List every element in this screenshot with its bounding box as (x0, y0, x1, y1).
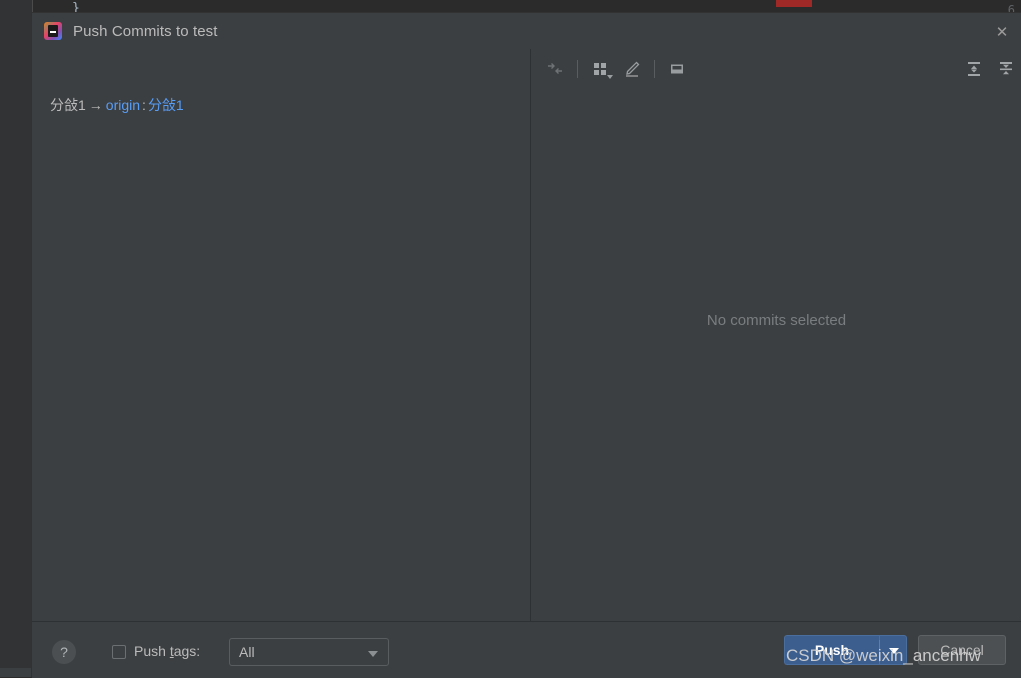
commits-tree-pane[interactable]: 分敆1→origin:分敆1 (32, 49, 531, 621)
push-tags-label-pre: Push (134, 643, 170, 659)
remote-branch-label[interactable]: 分敆1 (148, 97, 184, 113)
push-tags-label: Push tags: (134, 643, 200, 659)
local-branch-label: 分敆1 (50, 97, 86, 113)
help-icon[interactable]: ? (52, 640, 76, 664)
dialog-body: 分敆1→origin:分敆1 (32, 49, 1021, 621)
chevron-down-icon (889, 648, 899, 654)
chevron-down-icon (368, 651, 378, 657)
editor-gutter (0, 0, 33, 677)
push-dropdown-button[interactable] (879, 635, 907, 665)
remote-name-label[interactable]: origin (106, 97, 140, 113)
cancel-button[interactable]: Cancel (918, 635, 1006, 665)
push-tags-select[interactable]: All (229, 638, 389, 666)
branch-separator: : (142, 97, 146, 113)
push-tags-checkbox[interactable] (112, 645, 126, 659)
diff-preview-pane: No commits selected (531, 49, 1021, 621)
dialog-footer: ? Push tags: All Push Cancel (32, 621, 1021, 678)
push-button[interactable]: Push (784, 635, 879, 665)
push-tags-label-post: ags: (174, 643, 200, 659)
empty-state-message: No commits selected (531, 49, 1021, 621)
dialog-title: Push Commits to test (73, 23, 218, 40)
intellij-idea-logo-icon (44, 22, 62, 40)
push-tags-selected-value: All (239, 644, 255, 660)
push-commits-dialog: Push Commits to test ✕ 分敆1→origin:分敆1 (31, 12, 1021, 677)
dialog-titlebar: Push Commits to test ✕ (32, 13, 1021, 49)
error-stripe-marker (776, 0, 812, 7)
branch-spec-row[interactable]: 分敆1→origin:分敆1 (50, 95, 184, 115)
arrow-right-icon: → (89, 97, 103, 113)
close-icon[interactable]: ✕ (991, 21, 1013, 43)
